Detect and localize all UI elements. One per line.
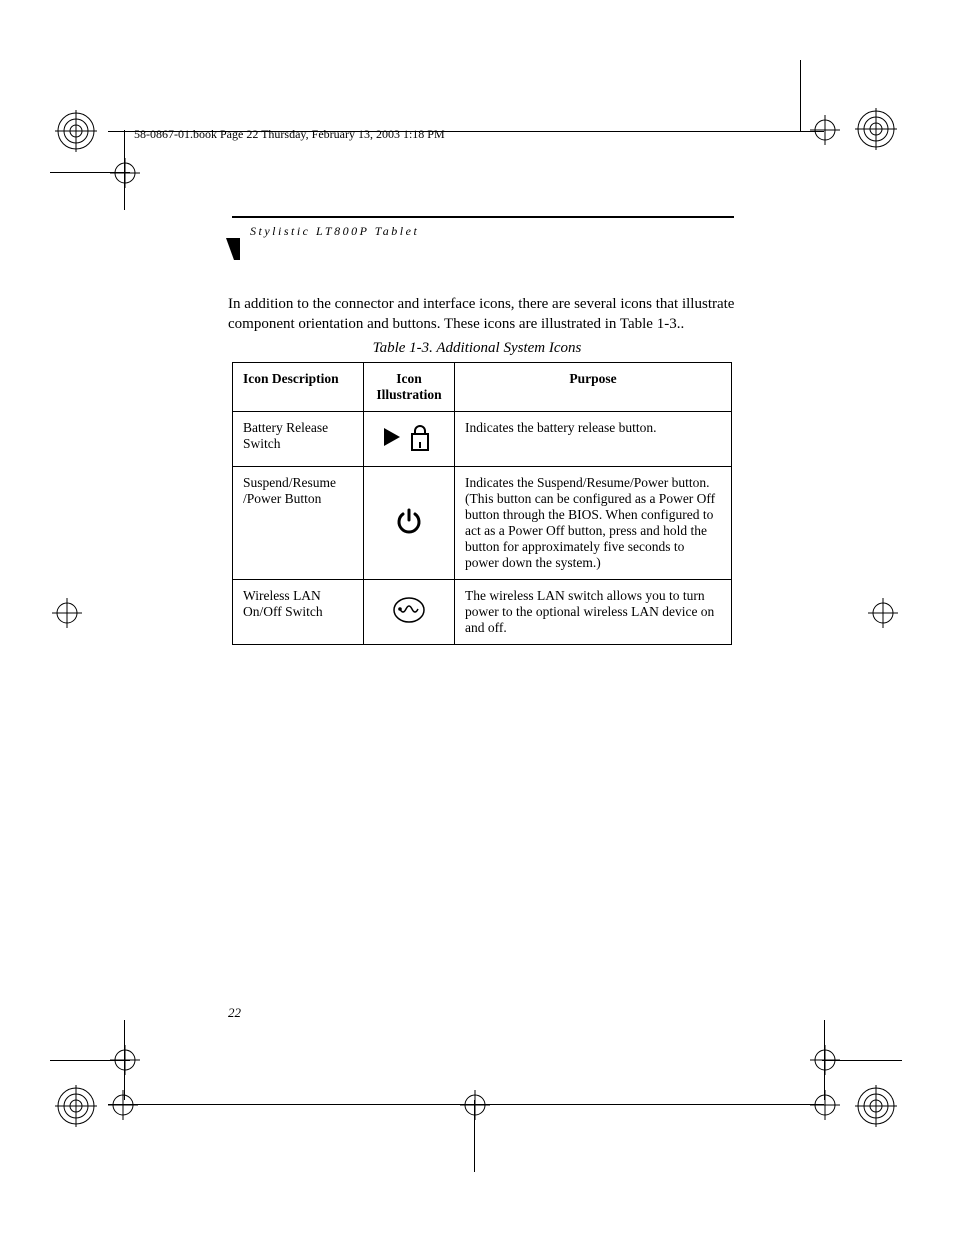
cell-illustration — [364, 467, 455, 580]
cell-description: Wireless LAN On/Off Switch — [233, 580, 364, 645]
header-purpose: Purpose — [455, 363, 732, 412]
crosshair-icon — [460, 1090, 490, 1120]
power-icon — [394, 506, 424, 536]
registration-mark-icon — [855, 108, 897, 150]
cell-purpose: The wireless LAN switch allows you to tu… — [455, 580, 732, 645]
crosshair-icon — [108, 1090, 138, 1120]
thumb-tab — [226, 238, 234, 260]
system-icons-table: Icon Description Icon Illustration Purpo… — [232, 362, 732, 645]
intro-paragraph: In addition to the connector and interfa… — [228, 294, 738, 335]
table-row: Wireless LAN On/Off Switch The wireless … — [233, 580, 732, 645]
crop-line — [474, 1100, 475, 1172]
page: 58-0867-01.book Page 22 Thursday, Februa… — [0, 0, 954, 1235]
crosshair-icon — [110, 158, 140, 188]
table-caption: Table 1-3. Additional System Icons — [0, 340, 954, 357]
registration-mark-icon — [55, 1085, 97, 1127]
crop-line — [108, 1104, 824, 1105]
registration-mark-icon — [855, 1085, 897, 1127]
wireless-lan-icon — [392, 595, 426, 625]
table-row: Battery Release Switch Indicates the bat… — [233, 412, 732, 467]
battery-release-icon — [382, 420, 436, 454]
crop-line — [50, 1060, 130, 1061]
header-icon-description: Icon Description — [233, 363, 364, 412]
header-icon-illustration: Icon Illustration — [364, 363, 455, 412]
crosshair-icon — [52, 598, 82, 628]
crop-line — [108, 131, 824, 132]
cell-illustration — [364, 580, 455, 645]
cell-description: Battery Release Switch — [233, 412, 364, 467]
print-slug-line: 58-0867-01.book Page 22 Thursday, Februa… — [134, 127, 445, 142]
running-head: Stylistic LT800P Tablet — [250, 224, 419, 239]
crosshair-icon — [868, 598, 898, 628]
table-header-row: Icon Description Icon Illustration Purpo… — [233, 363, 732, 412]
page-number: 22 — [228, 1005, 241, 1021]
cell-purpose: Indicates the battery release button. — [455, 412, 732, 467]
cell-illustration — [364, 412, 455, 467]
cell-purpose: Indicates the Suspend/Resume/Power butto… — [455, 467, 732, 580]
crop-line — [822, 1060, 902, 1061]
crop-line — [800, 60, 801, 132]
crop-line — [50, 172, 130, 173]
table-row: Suspend/Resume /Power Button Indicates t… — [233, 467, 732, 580]
crosshair-icon — [810, 115, 840, 145]
crosshair-icon — [810, 1090, 840, 1120]
registration-mark-icon — [55, 110, 97, 152]
crop-line — [124, 130, 125, 210]
running-head-rule — [232, 216, 734, 218]
cell-description: Suspend/Resume /Power Button — [233, 467, 364, 580]
